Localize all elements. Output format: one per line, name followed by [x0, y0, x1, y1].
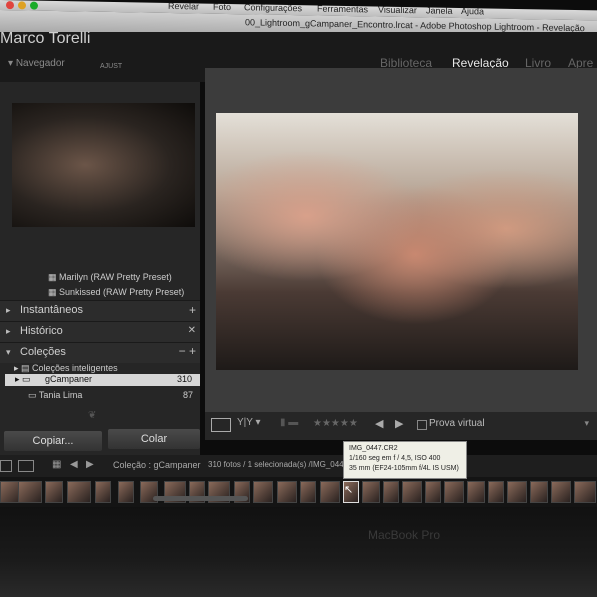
expand-arrow-icon: ▸ — [6, 305, 11, 315]
menu-janela[interactable]: Janela — [426, 5, 453, 15]
copy-button[interactable]: Copiar... — [4, 431, 102, 451]
filmstrip-thumb[interactable] — [507, 481, 527, 503]
main-photo[interactable] — [216, 113, 578, 370]
menu-ferramentas[interactable]: Ferramentas — [317, 4, 368, 15]
filmstrip-thumb[interactable] — [253, 481, 273, 503]
prev-image-icon[interactable]: ◀ — [375, 417, 383, 430]
bezel-label: MacBook Pro — [368, 528, 441, 542]
filmstrip-status: 310 fotos / 1 selecionada(s) /IMG_0447 — [208, 460, 349, 469]
back-arrow-icon[interactable]: ◀ — [70, 459, 78, 470]
menu-ajuda[interactable]: Ajuda — [461, 6, 484, 16]
menu-visualizar[interactable]: Visualizar — [378, 5, 417, 16]
panel-end-ornament-icon: ❦ — [88, 410, 97, 421]
filmstrip-thumb[interactable] — [530, 481, 548, 503]
filmstrip-thumb[interactable] — [488, 481, 504, 503]
filmstrip-thumb[interactable] — [277, 481, 297, 503]
close-window-icon[interactable] — [6, 1, 14, 10]
tooltip-filename: IMG_0447.CR2 — [349, 445, 398, 452]
menu-foto[interactable]: Foto — [213, 2, 231, 12]
develop-toolbar: Y|Y ▾ ▮ ▬ ★★★★★ ◀ ▶ Prova virtual ▾ — [205, 412, 597, 440]
folder-icon: ▸ ▭ — [15, 374, 31, 384]
next-image-icon[interactable]: ▶ — [395, 417, 403, 430]
filmstrip-thumb[interactable] — [18, 481, 42, 503]
tooltip-exposure: 1/160 seg em f / 4,5, ISO 400 — [349, 455, 441, 462]
add-collection-icon[interactable]: − + — [179, 344, 196, 358]
filmstrip-thumb[interactable] — [362, 481, 380, 503]
menu-configuracoes[interactable]: Configurações — [244, 2, 302, 13]
thumbnail-tooltip: IMG_0447.CR2 1/160 seg em f / 4,5, ISO 4… — [343, 441, 467, 479]
filmstrip-thumb[interactable] — [444, 481, 464, 503]
minimize-window-icon[interactable] — [18, 1, 26, 10]
grid-view-icon[interactable]: ▦ — [52, 459, 61, 470]
filmstrip-thumb[interactable] — [320, 481, 340, 503]
filmstrip-thumb[interactable] — [574, 481, 596, 503]
filmstrip-thumb[interactable] — [467, 481, 485, 503]
filmstrip-thumb[interactable] — [551, 481, 571, 503]
panel-snapshots[interactable]: ▸ Instantâneos + — [0, 300, 200, 321]
filmstrip-thumb[interactable] — [425, 481, 441, 503]
panel-collections[interactable]: ▾ Coleções − + — [0, 342, 200, 363]
filmstrip-thumb[interactable] — [95, 481, 111, 503]
filmstrip-thumb[interactable] — [402, 481, 422, 503]
collection-smart[interactable]: ▸ ▤ Coleções inteligentes — [14, 363, 209, 374]
soft-proof-label: Prova virtual — [429, 418, 485, 429]
filmstrip-scrollbar[interactable] — [153, 496, 248, 501]
navigator-fit[interactable]: AJUST — [100, 63, 122, 70]
before-after-icon[interactable]: Y|Y ▾ — [237, 417, 261, 428]
forward-arrow-icon[interactable]: ▶ — [86, 459, 94, 470]
navigator-title: Navegador — [15, 58, 65, 69]
collection-icon: ▭ — [28, 390, 37, 400]
soft-proof-checkbox[interactable] — [417, 420, 427, 430]
collection-gcampaner[interactable]: ▸ ▭ gCampaner 310 — [5, 374, 200, 386]
add-snapshot-icon[interactable]: + — [189, 303, 196, 317]
filmstrip-thumb[interactable] — [118, 481, 134, 503]
secondary-window-icon[interactable] — [18, 460, 34, 472]
filmstrip-source[interactable]: Coleção : gCampaner — [113, 460, 201, 470]
main-window-icon[interactable] — [0, 460, 12, 472]
paste-button[interactable]: Colar — [108, 429, 200, 449]
panel-history[interactable]: ▸ Histórico ✕ — [0, 321, 200, 342]
window-title: 00_Lightroom_gCampaner_Encontro.lrcat - … — [245, 17, 585, 34]
menu-revelar[interactable]: Revelar — [168, 1, 199, 12]
loupe-view-icon[interactable] — [211, 418, 231, 432]
mouse-cursor-icon: ↖ — [344, 484, 354, 496]
collapse-arrow-icon: ▾ — [6, 347, 11, 357]
laptop-bezel — [0, 507, 597, 597]
navigator-header[interactable]: ▾ Navegador — [8, 58, 65, 69]
filmstrip-thumb[interactable] — [300, 481, 316, 503]
filmstrip-header: ▦ ◀ ▶ Coleção : gCampaner 310 fotos / 1 … — [0, 455, 597, 477]
tooltip-lens: 35 mm (EF24-105mm f/4L IS USM) — [349, 465, 459, 472]
clear-history-icon[interactable]: ✕ — [188, 325, 196, 336]
collection-tania-lima[interactable]: ▭ Tania Lima 87 — [28, 390, 198, 401]
filmstrip-thumb[interactable] — [67, 481, 91, 503]
filmstrip-thumb[interactable] — [45, 481, 63, 503]
rating-stars[interactable]: ★★★★★ — [313, 418, 358, 429]
filmstrip-thumb[interactable] — [383, 481, 399, 503]
identity-plate: Marco Torelli — [0, 30, 91, 47]
expand-arrow-icon: ▸ — [6, 326, 11, 336]
flag-icon[interactable]: ▮ ▬ — [280, 417, 298, 428]
zoom-window-icon[interactable] — [30, 1, 38, 10]
navigator-preview[interactable] — [12, 103, 195, 227]
toolbar-menu-icon[interactable]: ▾ — [584, 418, 589, 429]
